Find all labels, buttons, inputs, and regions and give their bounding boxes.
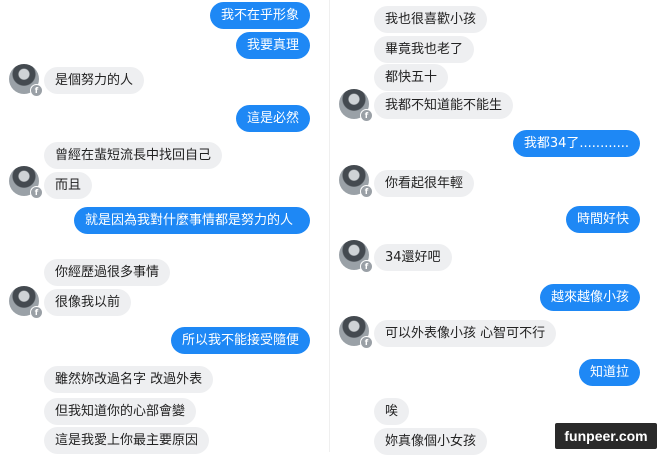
messenger-badge-icon: f — [360, 109, 373, 122]
chat-column-left: 我不在乎形象 我要真理 f 是個努力的人 這是必然 曾經在蜚短流長中找回自己 f… — [0, 0, 330, 454]
message-incoming[interactable]: 雖然妳改過名字 改過外表 — [44, 366, 214, 393]
chat-column-right: 我也很喜歡小孩 畢竟我也老了 都快五十 f 我都不知道能不能生 我都34了...… — [330, 0, 660, 455]
messenger-badge-icon: f — [30, 84, 43, 97]
message-incoming[interactable]: 曾經在蜚短流長中找回自己 — [44, 142, 223, 169]
user-avatar-icon[interactable]: f — [339, 165, 373, 198]
user-avatar-icon[interactable]: f — [9, 64, 43, 97]
message-outgoing[interactable]: 時間好快 — [565, 206, 640, 233]
message-incoming[interactable]: 這是我愛上你最主要原因 — [44, 427, 210, 454]
message-outgoing[interactable]: 我都34了............ — [512, 130, 640, 157]
message-incoming[interactable]: 都快五十 — [374, 64, 449, 91]
message-incoming[interactable]: 畢竟我也老了 — [374, 36, 475, 63]
message-incoming[interactable]: 我都不知道能不能生 — [374, 92, 514, 119]
user-avatar-icon[interactable]: f — [339, 89, 373, 122]
message-outgoing[interactable]: 就是因為我對什麼事情都是努力的人 — [74, 207, 310, 234]
messenger-badge-icon: f — [360, 260, 373, 273]
message-incoming[interactable]: 而且 — [44, 172, 93, 199]
message-incoming[interactable]: 但我知道你的心部會變 — [44, 398, 197, 425]
message-outgoing[interactable]: 我不在乎形象 — [209, 2, 310, 29]
messenger-badge-icon: f — [30, 186, 43, 199]
messenger-badge-icon: f — [360, 336, 373, 349]
message-incoming[interactable]: 可以外表像小孩 心智可不行 — [374, 320, 557, 347]
message-incoming[interactable]: 很像我以前 — [44, 289, 132, 316]
message-incoming[interactable]: 是個努力的人 — [44, 67, 145, 94]
user-avatar-icon[interactable]: f — [339, 240, 373, 273]
messenger-badge-icon: f — [360, 185, 373, 198]
message-incoming[interactable]: 34還好吧 — [374, 244, 452, 271]
message-incoming[interactable]: 我也很喜歡小孩 — [374, 6, 488, 33]
message-incoming[interactable]: 你經歷過很多事情 — [44, 259, 171, 286]
message-incoming[interactable]: 妳真像個小女孩 — [374, 428, 488, 455]
messenger-badge-icon: f — [30, 306, 43, 319]
message-outgoing[interactable]: 這是必然 — [235, 105, 310, 132]
user-avatar-icon[interactable]: f — [9, 286, 43, 319]
user-avatar-icon[interactable]: f — [339, 316, 373, 349]
message-outgoing[interactable]: 所以我不能接受隨便 — [170, 327, 310, 354]
message-incoming[interactable]: 唉 — [374, 398, 410, 425]
message-outgoing[interactable]: 我要真理 — [235, 32, 310, 59]
message-incoming[interactable]: 你看起很年輕 — [374, 170, 475, 197]
watermark-badge: funpeer.com — [555, 423, 657, 449]
message-outgoing[interactable]: 越來越像小孩 — [539, 284, 640, 311]
user-avatar-icon[interactable]: f — [9, 166, 43, 199]
message-outgoing[interactable]: 知道拉 — [578, 359, 640, 386]
